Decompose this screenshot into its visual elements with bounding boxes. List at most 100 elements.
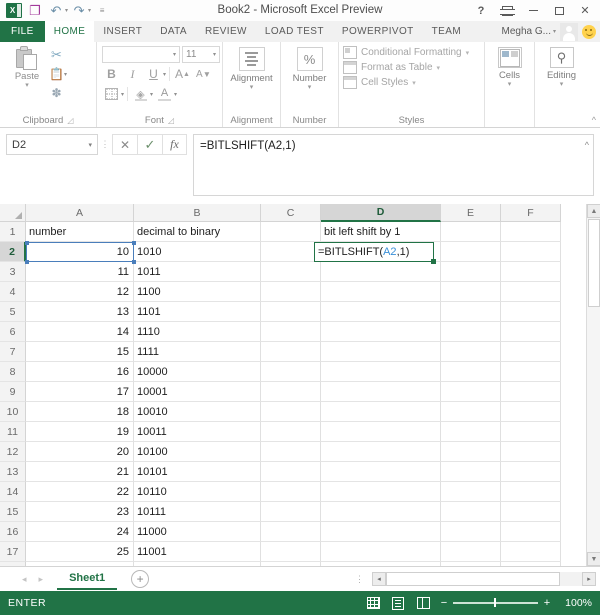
normal-view-icon[interactable]: [365, 596, 381, 611]
paste-dropdown-icon[interactable]: ▾: [25, 81, 29, 89]
row-header-16[interactable]: 16: [0, 522, 26, 542]
cell-F14[interactable]: [501, 482, 561, 502]
cell-A2[interactable]: 10: [26, 242, 134, 262]
font-color-icon[interactable]: A: [155, 85, 174, 103]
format-as-table-button[interactable]: Format as Table ▾: [343, 61, 440, 74]
zoom-percentage[interactable]: 100%: [560, 597, 592, 609]
font-size-dropdown-icon[interactable]: ▾: [213, 51, 216, 58]
column-header-b[interactable]: B: [134, 204, 261, 222]
insert-function-icon[interactable]: fx: [162, 134, 187, 155]
cell-C5[interactable]: [261, 302, 321, 322]
cell-B17[interactable]: 11001: [134, 542, 261, 562]
cell-E5[interactable]: [441, 302, 501, 322]
alignment-button[interactable]: Alignment ▾: [228, 45, 275, 92]
cell-F7[interactable]: [501, 342, 561, 362]
zoom-out-icon[interactable]: −: [440, 597, 448, 609]
cell-C10[interactable]: [261, 402, 321, 422]
cell-F16[interactable]: [501, 522, 561, 542]
cell-A17[interactable]: 25: [26, 542, 134, 562]
cell-E14[interactable]: [441, 482, 501, 502]
cells-dropdown-icon[interactable]: ▾: [508, 81, 512, 89]
cell-C12[interactable]: [261, 442, 321, 462]
cell-styles-dropdown-icon[interactable]: ▾: [412, 79, 416, 87]
tab-data[interactable]: DATA: [151, 21, 196, 42]
scroll-right-icon[interactable]: ▸: [582, 572, 596, 586]
page-break-preview-icon[interactable]: [415, 596, 431, 611]
cell-B3[interactable]: 1011: [134, 262, 261, 282]
alignment-dropdown-icon[interactable]: ▾: [250, 84, 254, 92]
cell-D10[interactable]: [321, 402, 441, 422]
row-header-3[interactable]: 3: [0, 262, 26, 282]
cell-D1[interactable]: bit left shift by 1: [321, 222, 441, 242]
zoom-in-icon[interactable]: +: [543, 597, 551, 609]
cell-F13[interactable]: [501, 462, 561, 482]
conditional-formatting-dropdown-icon[interactable]: ▾: [466, 49, 470, 57]
collapse-ribbon-icon[interactable]: ^: [592, 115, 596, 125]
cell-C17[interactable]: [261, 542, 321, 562]
next-sheet-icon[interactable]: ▸: [39, 574, 44, 585]
ribbon-display-options-icon[interactable]: [494, 0, 520, 21]
cell-E15[interactable]: [441, 502, 501, 522]
user-dropdown-icon[interactable]: ▾: [553, 28, 556, 35]
select-all-corner[interactable]: [0, 204, 26, 222]
scroll-left-icon[interactable]: ◂: [372, 572, 386, 586]
column-header-d[interactable]: D: [321, 204, 441, 222]
cell-F17[interactable]: [501, 542, 561, 562]
tab-team[interactable]: TEAM: [423, 21, 470, 42]
cell-E4[interactable]: [441, 282, 501, 302]
maximize-icon[interactable]: [546, 0, 572, 21]
sheet-tab-sheet1[interactable]: Sheet1: [57, 568, 118, 590]
font-name-dropdown-icon[interactable]: ▾: [173, 51, 176, 58]
cell-E7[interactable]: [441, 342, 501, 362]
fill-color-icon[interactable]: ◈: [131, 85, 150, 103]
cell-C4[interactable]: [261, 282, 321, 302]
cell-D12[interactable]: [321, 442, 441, 462]
tab-home[interactable]: HOME: [44, 21, 95, 42]
minimize-icon[interactable]: [520, 0, 546, 21]
cell-F3[interactable]: [501, 262, 561, 282]
clipboard-dialog-launcher-icon[interactable]: ◿: [67, 116, 73, 125]
cell-A1[interactable]: number: [26, 222, 134, 242]
name-box[interactable]: D2 ▾: [6, 134, 98, 155]
row-header-8[interactable]: 8: [0, 362, 26, 382]
feedback-smiley-icon[interactable]: [582, 24, 596, 39]
horizontal-scroll-thumb[interactable]: [386, 572, 560, 586]
cell-C9[interactable]: [261, 382, 321, 402]
conditional-formatting-button[interactable]: Conditional Formatting ▾: [343, 46, 469, 59]
number-button[interactable]: % Number ▾: [286, 45, 333, 92]
cell-B12[interactable]: 10100: [134, 442, 261, 462]
cell-C16[interactable]: [261, 522, 321, 542]
row-header-4[interactable]: 4: [0, 282, 26, 302]
cell-E2[interactable]: [441, 242, 501, 262]
tab-review[interactable]: REVIEW: [196, 21, 256, 42]
underline-dropdown-icon[interactable]: ▾: [163, 71, 166, 78]
fill-handle[interactable]: [431, 259, 436, 264]
cell-E11[interactable]: [441, 422, 501, 442]
cell-E1[interactable]: [441, 222, 501, 242]
row-header-17[interactable]: 17: [0, 542, 26, 562]
cell-B13[interactable]: 10101: [134, 462, 261, 482]
cell-C14[interactable]: [261, 482, 321, 502]
cell-C6[interactable]: [261, 322, 321, 342]
borders-icon[interactable]: [102, 85, 121, 103]
cell-E8[interactable]: [441, 362, 501, 382]
format-painter-icon[interactable]: ✽: [49, 86, 64, 101]
customize-qat-icon[interactable]: ≡: [92, 2, 112, 20]
enter-formula-icon[interactable]: ✓: [137, 134, 162, 155]
cell-F4[interactable]: [501, 282, 561, 302]
cell-B9[interactable]: 10001: [134, 382, 261, 402]
cancel-formula-icon[interactable]: ✕: [112, 134, 137, 155]
cell-D9[interactable]: [321, 382, 441, 402]
cell-D15[interactable]: [321, 502, 441, 522]
column-header-e[interactable]: E: [441, 204, 501, 222]
row-header-15[interactable]: 15: [0, 502, 26, 522]
vertical-scrollbar[interactable]: ▲ ▼: [586, 204, 600, 566]
undo-dropdown-icon[interactable]: ▾: [65, 7, 68, 14]
cell-D7[interactable]: [321, 342, 441, 362]
editing-button[interactable]: ⚲ Editing ▾: [540, 45, 583, 89]
zoom-track[interactable]: [453, 598, 538, 608]
row-header-14[interactable]: 14: [0, 482, 26, 502]
horizontal-scrollbar[interactable]: ◂ ▸: [372, 572, 596, 586]
cell-A5[interactable]: 13: [26, 302, 134, 322]
prev-sheet-icon[interactable]: ◂: [22, 574, 27, 585]
